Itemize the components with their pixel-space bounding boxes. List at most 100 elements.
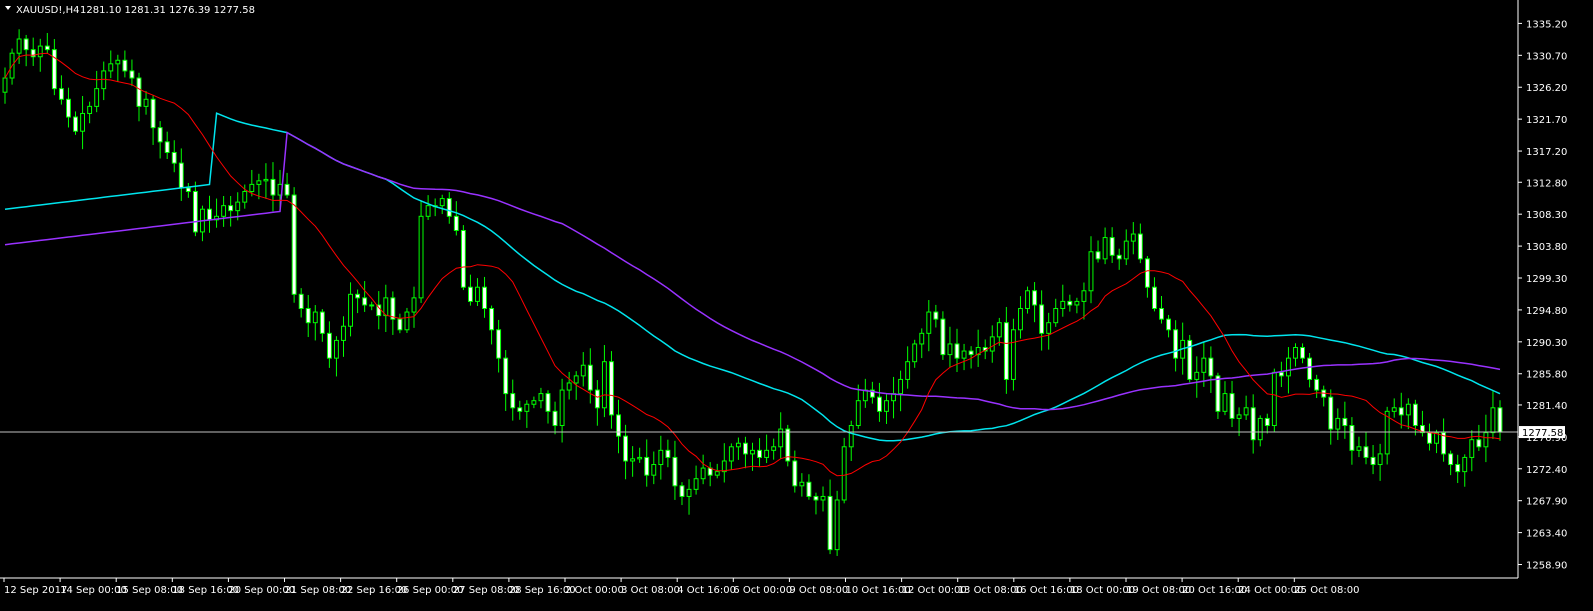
candle-bull [1222,393,1228,412]
candle-bull [1081,290,1087,302]
candle-bull [1483,432,1489,448]
candle-bull [841,446,847,501]
price-tick-label: 1317.20 [1526,147,1567,158]
price-tick-label: 1303.80 [1526,242,1567,253]
candle-bull [573,375,579,384]
candle-bull [601,361,607,409]
candle-bear [1278,371,1284,377]
time-axis: 12 Sep 201714 Sep 00:0015 Sep 08:0018 Se… [3,578,1360,596]
candle-bear [1363,446,1369,458]
candle-bull [524,403,530,412]
candle-bear [1314,378,1320,391]
candle-bull [926,311,932,334]
candle-bull [580,364,586,377]
candle-bull [1025,290,1030,310]
candle-bear [785,428,791,462]
candle-bull [2,77,8,93]
candle-bear [1159,308,1164,320]
candle-bear [813,495,819,501]
symbol-header[interactable]: XAUUSD!,H4 1281.10 1281.31 1276.39 1277.… [5,5,255,16]
candle-bear [58,88,64,100]
candle-bull [996,322,1002,338]
candle-bull [1060,300,1066,310]
candle-bear [517,407,523,412]
candle-bull [1236,414,1242,419]
candle-bull [383,297,389,317]
candle-bear [1173,329,1179,359]
price-tick-label: 1290.30 [1526,338,1567,349]
candle-bear [827,495,833,551]
candle-bull [411,297,417,313]
candle-bear [136,77,142,107]
ohlc-readout: 1281.10 1281.31 1276.39 1277.58 [80,5,255,16]
candle-bull [630,458,636,462]
candle-bull [439,198,445,207]
candle-bear [66,98,71,118]
candle-bull [1335,417,1341,430]
price-tick-label: 1312.80 [1526,178,1567,189]
candle-bull [531,400,537,405]
candle-bull [686,488,692,497]
candle-bear [291,194,297,295]
candle-bear [933,311,939,320]
candle-bull [16,38,22,54]
candle-bear [1109,237,1115,256]
candle-bull [1286,357,1291,377]
candle-bull [1271,371,1277,427]
candle-bear [178,162,184,189]
candle-bull [1130,233,1136,242]
candle-bull [143,98,149,107]
plot-area[interactable] [0,29,1518,556]
candle-bull [764,449,770,458]
candle-bull [1490,407,1496,434]
candle-bear [1208,357,1214,377]
candle-bear [496,329,502,359]
candle-bear [1039,304,1045,334]
candle-bear [326,332,332,359]
candle-bear [185,187,191,192]
candle-bear [876,396,882,412]
candle-bull [750,449,755,455]
candle-bull [735,442,741,448]
candle-bear [298,293,304,310]
candle-bear [1476,439,1482,448]
candle-bull [1018,308,1023,331]
candle-bear [1137,233,1143,260]
price-chart[interactable]: 1335.20 1330.70 1326.20 1321.70 1317.20 1312.… [0,0,1593,611]
candle-bull [312,311,318,324]
candle-bear [1032,290,1038,306]
time-tick-label: 9 Oct 08:00 [789,585,848,596]
candle-bull [37,45,43,58]
candle-bear [51,49,57,90]
candle-bear [644,456,650,476]
candle-bear [1349,425,1355,451]
candle-bull [947,343,953,356]
candle-bear [397,318,403,331]
candle-bear [1264,417,1270,427]
candle-bear [171,151,177,164]
candle-bull [538,393,544,402]
candle-bear [460,229,466,288]
candle-bull [256,180,262,185]
dropdown-triangle-icon[interactable] [5,6,11,10]
candle-bear [1166,318,1172,331]
candle-bear [1398,407,1404,416]
candle-bear [665,449,671,458]
candle-bear [1003,322,1009,380]
candle-bear [164,141,170,153]
candle-bull [658,449,664,466]
candle-bear [1229,393,1235,419]
candle-bull [834,499,840,551]
candle-bull [115,59,121,65]
candle-bear [482,286,487,310]
candle-bear [319,311,325,334]
candle-bear [1067,300,1073,306]
price-tick-label: 1335.20 [1526,19,1567,30]
candle-bear [1448,453,1454,466]
candle-bear [446,198,452,217]
candle-bear [1095,251,1101,260]
price-tick-label: 1299.30 [1526,274,1567,285]
candle-bull [1088,251,1094,292]
candle-bull [249,183,255,192]
candle-bear [968,350,974,356]
